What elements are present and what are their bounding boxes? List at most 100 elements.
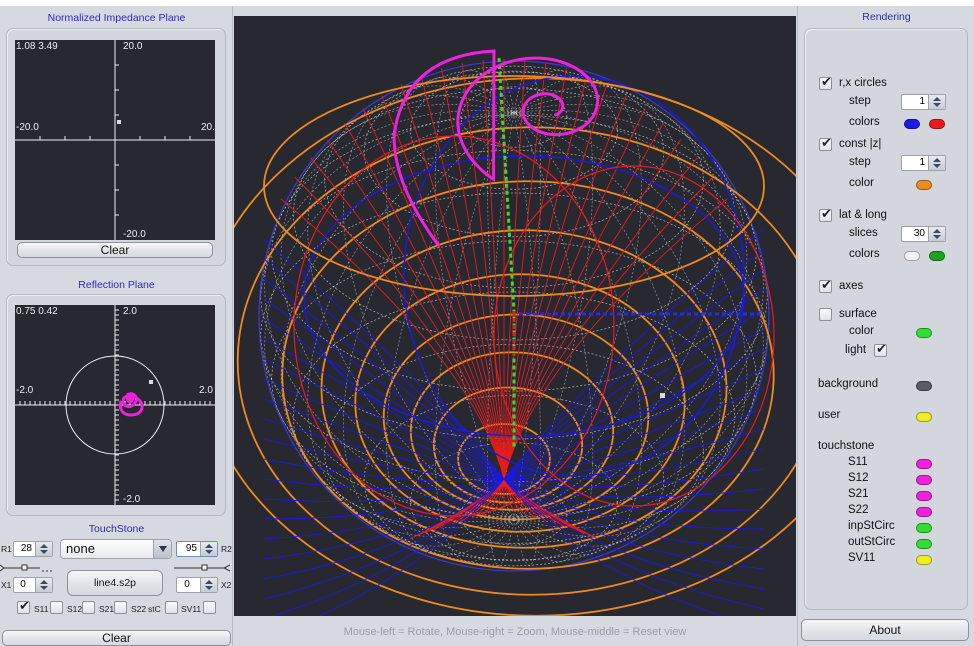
const-z-circle	[263, 75, 765, 297]
rx-colors-label: colors	[849, 116, 880, 128]
r2-spin-arrows[interactable]	[200, 542, 217, 556]
ts-item-s21-swatch[interactable]	[916, 491, 932, 501]
s12-checkbox[interactable]	[50, 601, 63, 614]
lat-long-colors-label: colors	[849, 248, 880, 260]
slices-spinner[interactable]: 30	[901, 226, 946, 242]
reflection-plot[interactable]: 0.75 0.42 2.0 -2.0 2.0 -2.0	[15, 305, 215, 505]
slices-arrows[interactable]	[928, 227, 945, 241]
const-z-checkbox[interactable]	[819, 136, 832, 151]
impedance-plot[interactable]: 1.08 3.49 20.0 -20.0 20. -20.0	[15, 40, 215, 240]
sv11-check-label: SV11	[181, 604, 202, 614]
latitude-line	[292, 88, 736, 341]
lat-long-checkbox[interactable]	[819, 207, 832, 222]
r1-spin-arrows[interactable]	[35, 542, 52, 556]
r2-spinner[interactable]: 95	[176, 541, 218, 557]
s11-checkbox[interactable]	[17, 599, 30, 614]
light-checkbox[interactable]	[874, 342, 887, 357]
ts-item-inpstcirc-label: inpStCirc	[848, 520, 895, 532]
const-z-step-value[interactable]: 1	[902, 156, 928, 170]
ts-item-s12-swatch[interactable]	[916, 475, 932, 485]
r2-label: R2	[221, 544, 232, 554]
x1-value[interactable]: 0	[14, 578, 35, 592]
ts-item-s21-label: S21	[848, 488, 869, 500]
riemann-sphere-view[interactable]	[234, 16, 796, 616]
surface-checkbox[interactable]	[819, 308, 832, 321]
touchstone-combo[interactable]: none	[60, 539, 172, 559]
reflection-y-min: -2.0	[123, 494, 141, 505]
impedance-axes	[15, 40, 215, 240]
x1-spin-arrows[interactable]	[35, 578, 52, 592]
r1-value[interactable]: 28	[14, 542, 35, 556]
reflection-user-point	[149, 380, 153, 384]
r2-value[interactable]: 95	[177, 542, 200, 556]
s12-check-label: S12	[67, 604, 83, 614]
ts-item-sv11-label: SV11	[848, 552, 876, 564]
slices-label: slices	[849, 227, 878, 239]
x2-label: X2	[221, 580, 232, 590]
ts-item-s11-swatch[interactable]	[916, 459, 932, 469]
s22-check-label: S22	[131, 604, 147, 614]
right-panel: Rendering r,x circles step 1 colors cons…	[797, 6, 974, 646]
ts-item-inpstcirc-swatch[interactable]	[916, 523, 932, 533]
chevron-down-icon[interactable]	[153, 540, 171, 558]
s22-checkbox[interactable]	[114, 601, 127, 614]
rendering-title: Rendering	[862, 11, 911, 23]
sv11-checkbox[interactable]	[203, 601, 216, 614]
x-circle	[493, 165, 775, 507]
x-circle-arc	[344, 122, 505, 480]
impedance-x-min: -20.0	[16, 122, 39, 133]
rx-step-spinner[interactable]: 1	[901, 94, 946, 110]
rx-step-label: step	[849, 95, 871, 107]
latitude-line	[324, 343, 704, 561]
r1-spinner[interactable]: 28	[13, 541, 53, 557]
reflection-readout: 0.75 0.42	[16, 306, 58, 317]
reflection-x-min: -2.0	[16, 385, 34, 396]
x1-spinner[interactable]: 0	[13, 577, 53, 593]
ts-item-s22-label: S22	[848, 504, 869, 516]
r1-label: R1	[1, 544, 12, 554]
ts-item-sv11-swatch[interactable]	[916, 555, 932, 565]
ts-item-s22-swatch[interactable]	[916, 507, 932, 517]
surface-color-label: color	[849, 325, 874, 337]
const-z-color-swatch[interactable]	[916, 180, 932, 190]
impedance-clear-button[interactable]: Clear	[17, 242, 213, 258]
r-circle-color-swatch[interactable]	[904, 119, 920, 129]
stc-checkbox[interactable]	[165, 601, 178, 614]
axes-checkbox[interactable]	[819, 278, 832, 293]
lat-long-color-swatch-1[interactable]	[904, 251, 920, 261]
center-panel: Mouse-left = Rotate, Mouse-right = Zoom,…	[234, 6, 796, 646]
surface-label: surface	[839, 308, 877, 320]
rx-step-arrows[interactable]	[928, 95, 945, 109]
x2-spinner[interactable]: 0	[176, 577, 218, 593]
x2-spin-arrows[interactable]	[200, 578, 217, 592]
about-button[interactable]: About	[801, 619, 969, 641]
r-circle-arc	[271, 478, 505, 616]
x-circle-color-swatch[interactable]	[929, 119, 945, 129]
x2-value[interactable]: 0	[177, 578, 200, 592]
s21-checkbox[interactable]	[82, 601, 95, 614]
const-z-step-arrows[interactable]	[928, 156, 945, 170]
const-z-step-spinner[interactable]: 1	[901, 155, 946, 171]
background-label: background	[818, 378, 879, 390]
x1-label: X1	[1, 580, 12, 590]
r-circle-arc	[318, 478, 505, 616]
ts-item-outstcirc-swatch[interactable]	[916, 539, 932, 549]
s11-trace-end	[126, 395, 134, 403]
touchstone-combo-value: none	[66, 541, 95, 556]
impedance-y-min: -20.0	[123, 229, 146, 240]
background-color-swatch[interactable]	[916, 381, 932, 391]
touchstone-colors-label: touchstone	[818, 440, 875, 452]
touchstone-file-button[interactable]: line4.s2p	[67, 570, 163, 596]
sphere-canvas[interactable]	[234, 16, 796, 616]
rx-step-value[interactable]: 1	[902, 95, 928, 109]
slices-value[interactable]: 30	[902, 227, 928, 241]
const-z-step-label: step	[849, 156, 871, 168]
user-color-swatch[interactable]	[916, 412, 932, 422]
surface-color-swatch[interactable]	[916, 328, 932, 338]
ts-item-outstcirc-label: outStCirc	[848, 536, 896, 548]
touchstone-title: TouchStone	[88, 523, 145, 535]
touchstone-clear-button[interactable]: Clear	[2, 630, 231, 646]
lat-long-color-swatch-2[interactable]	[929, 251, 945, 261]
reflection-y-max: 2.0	[123, 306, 137, 317]
rx-circles-checkbox[interactable]	[819, 75, 832, 90]
